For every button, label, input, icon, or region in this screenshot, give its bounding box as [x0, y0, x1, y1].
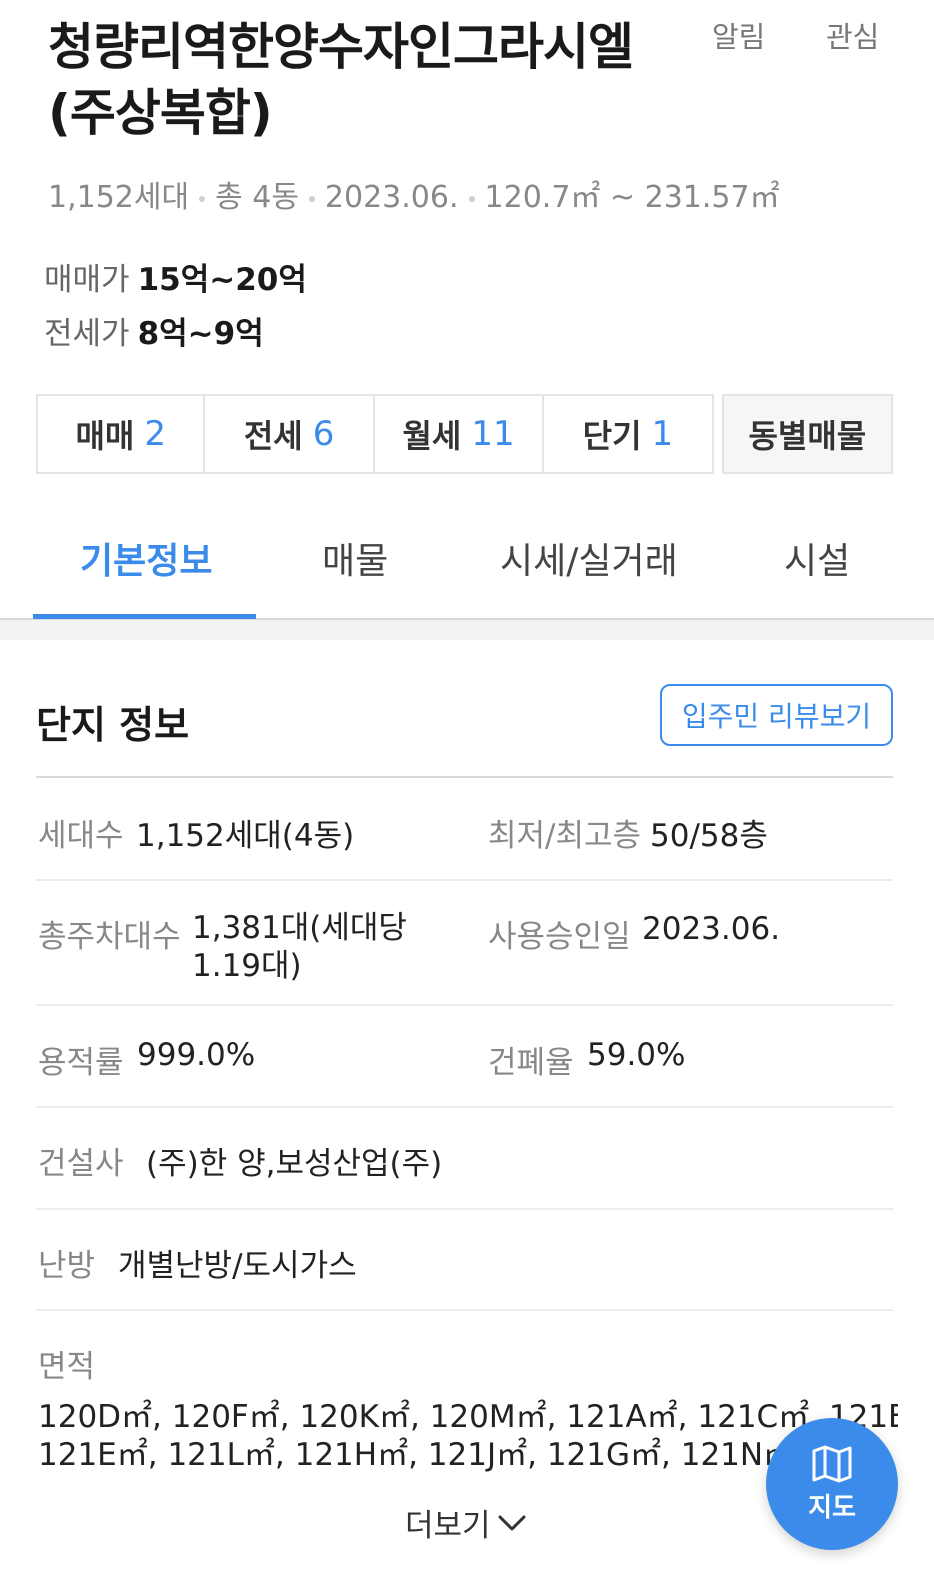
section-rule [36, 776, 893, 778]
area-values-line: 120D㎡, 120F㎡, 120K㎡, 120M㎡, 121A㎡, 121C㎡… [38, 1399, 898, 1435]
see-more-button[interactable]: 더보기 [405, 1500, 527, 1545]
deal-type-tabs: 매매 2 전세 6 월세 11 단기 1 동별매물 [36, 394, 894, 474]
row-divider [36, 1309, 893, 1311]
parking-value: 1,381대(세대당 1.19대) [192, 910, 407, 984]
see-more-label: 더보기 [405, 1508, 491, 1544]
separator-dot [199, 195, 206, 202]
listings-by-building-button[interactable]: 동별매물 [721, 394, 894, 474]
separator-dot [308, 195, 315, 202]
sale-price-value: 15억~20억 [137, 262, 307, 298]
section-title: 단지 정보 [36, 703, 190, 747]
heating-label: 난방 [38, 1248, 96, 1284]
main-tab-bar: 기본정보 매물 시세/실거래 시설 [0, 510, 934, 620]
deal-tab-jeonse[interactable]: 전세 6 [203, 394, 375, 474]
deal-tab-label: 매매 [75, 417, 135, 455]
deal-tab-count: 11 [471, 414, 515, 454]
deal-tab-label: 전세 [243, 417, 303, 455]
complex-header: 청량리역한양수자인그라시엘(주상복합) 알림 관심 1,152세대 총 4동 202… [0, 0, 934, 380]
jeonse-price-label: 전세가 [44, 316, 130, 352]
parking-label: 총주차대수 [38, 919, 181, 955]
builder-label: 건설사 [38, 1146, 124, 1182]
favorite-button[interactable]: 관심 [826, 14, 879, 56]
complex-summary: 1,152세대 총 4동 2023.06. 120.7㎡ ~ 231.57㎡ [48, 172, 780, 216]
alarm-button[interactable]: 알림 [712, 14, 765, 56]
row-divider [36, 879, 893, 881]
area-label: 면적 [38, 1349, 96, 1385]
active-tab-indicator [33, 614, 256, 619]
building-coverage-label: 건폐율 [488, 1045, 574, 1081]
summary-buildings: 총 4동 [215, 180, 299, 215]
jeonse-price-row: 전세가 8억~9억 [44, 308, 264, 353]
building-coverage-value: 59.0% [587, 1037, 686, 1073]
separator-dot [468, 195, 475, 202]
tab-basic-info[interactable]: 기본정보 [80, 532, 212, 584]
tab-price-transactions[interactable]: 시세/실거래 [500, 532, 678, 584]
approval-date-value: 2023.06. [642, 911, 781, 947]
page-title: 청량리역한양수자인그라시엘(주상복합) [48, 18, 634, 142]
row-divider [36, 1106, 893, 1108]
floors-label: 최저/최고층 [488, 818, 642, 854]
deal-tab-short-term[interactable]: 단기 1 [542, 394, 714, 474]
section-divider [0, 620, 934, 640]
summary-approval: 2023.06. [324, 180, 459, 215]
deal-tab-label: 단기 [582, 417, 642, 455]
approval-date-label: 사용승인일 [488, 919, 631, 955]
deal-tab-monthly[interactable]: 월세 11 [372, 394, 545, 474]
sale-price-label: 매매가 [44, 262, 130, 298]
floors-value: 50/58층 [650, 818, 768, 854]
row-divider [36, 1004, 893, 1006]
row-divider [36, 1208, 893, 1210]
summary-households: 1,152세대 [48, 180, 190, 215]
floor-area-ratio-label: 용적률 [38, 1045, 124, 1081]
summary-area-range: 120.7㎡ ~ 231.57㎡ [484, 180, 780, 215]
households-label: 세대수 [38, 818, 124, 854]
deal-tab-label: 월세 [402, 417, 462, 455]
map-button[interactable]: 지도 [766, 1418, 898, 1550]
resident-review-button[interactable]: 입주민 리뷰보기 [660, 684, 893, 746]
deal-tab-count: 2 [144, 414, 166, 454]
jeonse-price-value: 8억~9억 [137, 316, 264, 352]
map-button-label: 지도 [808, 1492, 856, 1523]
map-icon [812, 1445, 852, 1482]
chevron-down-icon [498, 1515, 526, 1530]
deal-tab-count: 6 [312, 414, 335, 454]
sale-price-row: 매매가 15억~20억 [44, 254, 307, 299]
heating-value: 개별난방/도시가스 [118, 1248, 357, 1284]
tab-facilities[interactable]: 시설 [784, 532, 850, 584]
tab-listings[interactable]: 매물 [322, 532, 388, 584]
floor-area-ratio-value: 999.0% [137, 1037, 256, 1073]
households-value: 1,152세대(4동) [136, 818, 355, 854]
deal-tab-count: 1 [651, 414, 674, 454]
deal-tab-sale[interactable]: 매매 2 [36, 394, 206, 474]
builder-value: (주)한 양,보성산업(주) [146, 1146, 443, 1182]
